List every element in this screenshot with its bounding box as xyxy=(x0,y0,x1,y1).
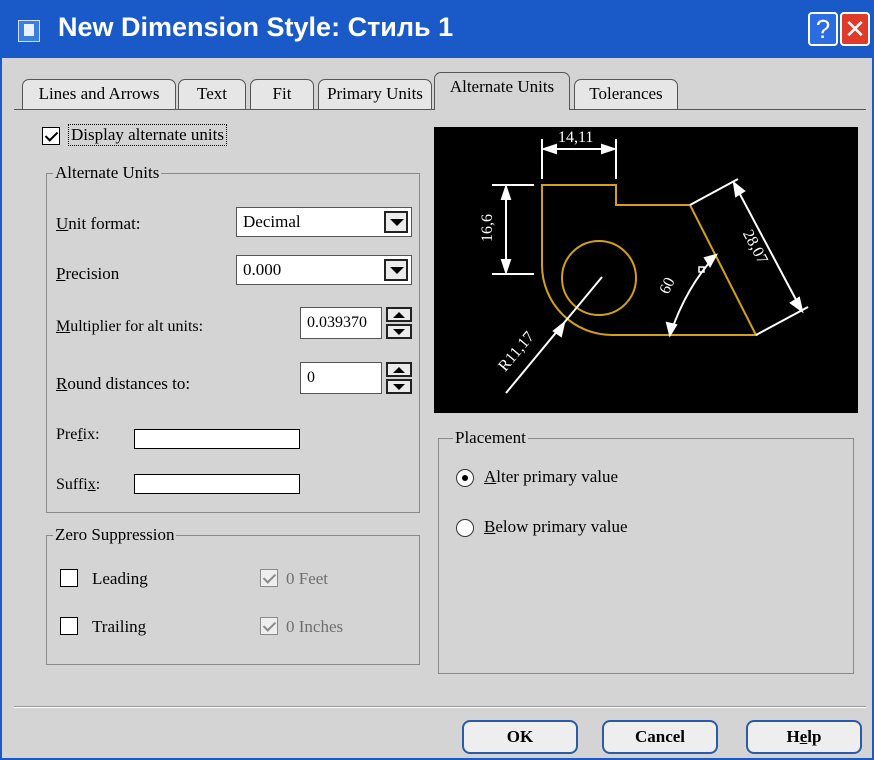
tab-fit[interactable]: Fit xyxy=(250,79,314,109)
trailing-label: Trailing xyxy=(92,617,147,636)
alter-primary-value-radio[interactable] xyxy=(456,469,474,487)
zero-feet-checkbox[interactable] xyxy=(260,569,278,587)
alternate-units-group-title: Alternate Units xyxy=(53,163,162,183)
dimension-lines xyxy=(492,139,809,394)
help-title-button[interactable]: ? xyxy=(808,12,838,46)
display-alternate-units-checkbox[interactable] xyxy=(42,127,60,145)
title-bar: New Dimension Style: Стиль 1 ? ✕ xyxy=(2,2,872,58)
window-title: New Dimension Style: Стиль 1 xyxy=(58,12,454,42)
alter-primary-value-label: Alter primary value xyxy=(484,467,619,486)
dimension-preview: 14,11 16,6 28,07 60 R11,17 xyxy=(434,127,858,413)
dim-label-left: 16,6 xyxy=(479,214,496,242)
app-icon xyxy=(18,20,40,42)
tab-alternate-units[interactable]: Alternate Units xyxy=(434,72,570,110)
tab-lines-and-arrows[interactable]: Lines and Arrows xyxy=(22,79,176,109)
zero-inches-label: 0 Inches xyxy=(286,617,344,636)
unit-format-value: Decimal xyxy=(243,212,301,231)
chevron-down-icon[interactable] xyxy=(384,259,408,281)
round-distances-input[interactable]: 0 xyxy=(300,362,382,394)
part-outline xyxy=(541,184,758,336)
preview-drawing xyxy=(492,139,809,394)
ok-button[interactable]: OK xyxy=(462,720,578,754)
below-primary-value-radio[interactable] xyxy=(456,519,474,537)
multiplier-increment-button[interactable] xyxy=(386,307,412,322)
placement-group-title: Placement xyxy=(453,428,528,448)
zero-inches-checkbox[interactable] xyxy=(260,617,278,635)
precision-select[interactable]: 0.000 xyxy=(236,255,412,285)
zero-suppression-group: Zero Suppression xyxy=(46,525,420,665)
chevron-down-icon[interactable] xyxy=(384,211,408,233)
below-primary-value-label: Below primary value xyxy=(484,517,628,536)
dimension-style-dialog: New Dimension Style: Стиль 1 ? ✕ Lines a… xyxy=(0,0,874,760)
dim-label-top: 14,11 xyxy=(558,129,594,146)
unit-format-label: Unit format: xyxy=(56,214,141,233)
zero-suppression-group-title: Zero Suppression xyxy=(53,525,177,545)
multiplier-label: Multiplier for alt units: xyxy=(56,318,204,335)
tab-tolerances[interactable]: Tolerances xyxy=(574,79,678,109)
display-alternate-units-label[interactable]: Display alternate units xyxy=(68,124,227,146)
suffix-input[interactable] xyxy=(134,474,300,494)
multiplier-input[interactable]: 0.039370 xyxy=(300,307,382,339)
tab-text[interactable]: Text xyxy=(178,79,246,109)
multiplier-decrement-button[interactable] xyxy=(386,324,412,339)
precision-value: 0.000 xyxy=(243,260,282,279)
trailing-checkbox[interactable] xyxy=(60,617,78,635)
multiplier-value: 0.039370 xyxy=(307,314,367,331)
footer-divider xyxy=(14,706,866,708)
cancel-button[interactable]: Cancel xyxy=(602,720,718,754)
zero-feet-label: 0 Feet xyxy=(286,569,329,588)
help-button[interactable]: Help xyxy=(746,720,862,754)
precision-label: Precision xyxy=(56,264,120,283)
unit-format-select[interactable]: Decimal xyxy=(236,207,412,237)
prefix-label: Prefix: xyxy=(56,426,100,443)
tab-primary-units[interactable]: Primary Units xyxy=(318,79,432,109)
round-distances-label: Round distances to: xyxy=(56,374,191,393)
round-increment-button[interactable] xyxy=(386,362,412,377)
leading-checkbox[interactable] xyxy=(60,569,78,587)
prefix-input[interactable] xyxy=(134,429,300,449)
close-button[interactable]: ✕ xyxy=(840,12,870,46)
round-distances-value: 0 xyxy=(307,369,315,386)
round-decrement-button[interactable] xyxy=(386,379,412,394)
leading-label: Leading xyxy=(92,569,148,588)
suffix-label: Suffix: xyxy=(56,476,101,493)
